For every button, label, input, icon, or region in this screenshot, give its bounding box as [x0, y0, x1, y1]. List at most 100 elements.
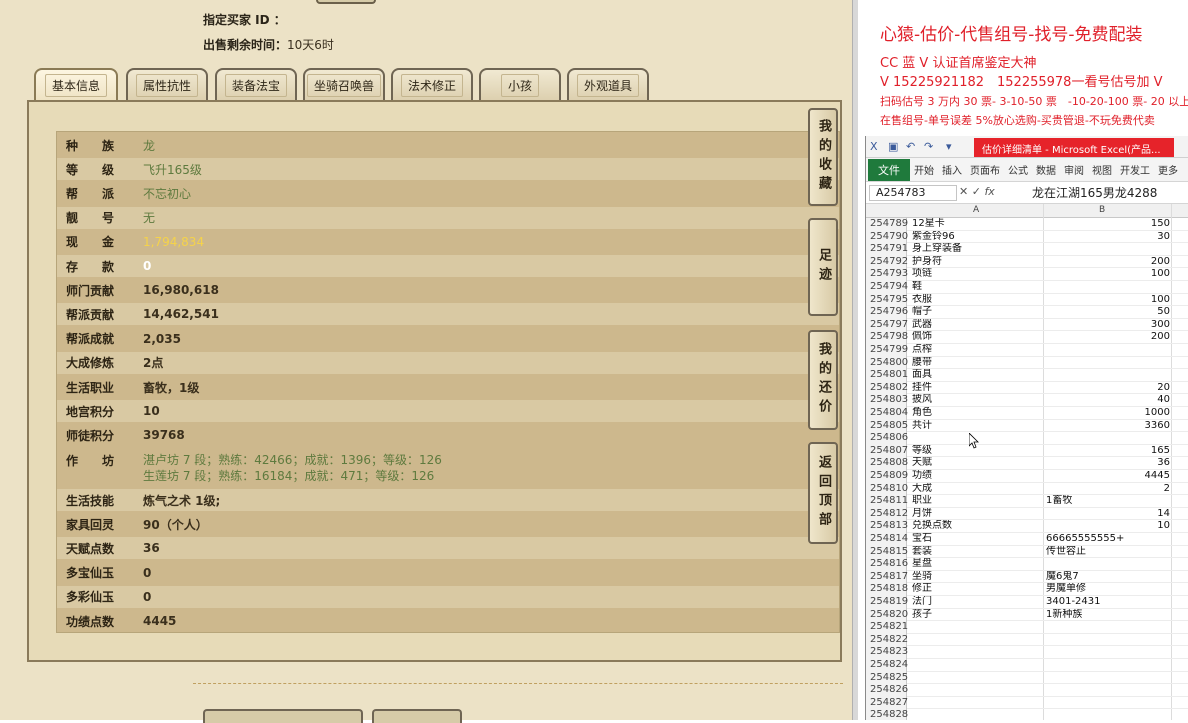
- sheet-row[interactable]: 254817 坐骑 魔6鬼7: [866, 570, 1188, 584]
- spreadsheet-grid[interactable]: 254789 12星卡 150 254790 紫金铃96 30 254791 身上穿装备 254…: [866, 218, 1188, 720]
- row-number[interactable]: 254824: [866, 659, 908, 672]
- ribbon-tab-home[interactable]: 开始: [910, 162, 938, 177]
- row-number[interactable]: 254809: [866, 470, 908, 483]
- sheet-row[interactable]: 254811 职业 1畜牧: [866, 495, 1188, 508]
- sheet-row[interactable]: 254826: [866, 684, 1188, 697]
- row-number[interactable]: 254812: [866, 507, 908, 521]
- cell-b[interactable]: 14: [1046, 508, 1170, 520]
- cell-a[interactable]: 套装: [912, 546, 1044, 558]
- cell-a[interactable]: 帽子: [912, 306, 1044, 318]
- sheet-row[interactable]: 254792 护身符 200: [866, 255, 1188, 269]
- ribbon-tab-review[interactable]: 审阅: [1060, 162, 1088, 177]
- cell-a[interactable]: 孩子: [912, 609, 1044, 621]
- quick-access-dropdown-icon[interactable]: ▾: [946, 140, 952, 153]
- cell-a[interactable]: 武器: [912, 319, 1044, 331]
- cell-b[interactable]: 30: [1046, 231, 1170, 243]
- cell-b[interactable]: 40: [1046, 394, 1170, 406]
- ribbon-tab-data[interactable]: 数据: [1032, 162, 1060, 177]
- cell-b[interactable]: 50: [1046, 306, 1170, 318]
- cell-b[interactable]: 3401-2431: [1046, 596, 1170, 608]
- cell-a[interactable]: 天赋: [912, 457, 1044, 469]
- tab-equipment[interactable]: 装备法宝: [215, 68, 297, 101]
- cell-b[interactable]: 66665555555+: [1046, 533, 1170, 545]
- sheet-row[interactable]: 254822: [866, 633, 1188, 647]
- cell-a[interactable]: 兑换点数: [912, 520, 1044, 532]
- tab-basic-info[interactable]: 基本信息: [34, 68, 118, 101]
- cell-a[interactable]: 面具: [912, 369, 1044, 381]
- tab-mounts-pets[interactable]: 坐骑召唤兽: [303, 68, 385, 101]
- tab-children[interactable]: 小孩: [479, 68, 561, 101]
- cell-b[interactable]: 1000: [1046, 407, 1170, 419]
- row-number[interactable]: 254798: [866, 331, 908, 344]
- cell-a[interactable]: 宝石: [912, 533, 1044, 545]
- formula-content[interactable]: 龙在江湖165男龙4288: [1032, 185, 1157, 201]
- cell-a[interactable]: 坐骑: [912, 571, 1044, 583]
- ribbon-tab-more[interactable]: 更多: [1154, 162, 1182, 177]
- row-number[interactable]: 254827: [866, 696, 908, 710]
- sheet-row[interactable]: 254813 兑换点数 10: [866, 520, 1188, 533]
- my-favorites-button[interactable]: 我的收藏: [808, 108, 838, 206]
- confirm-icon[interactable]: ✓: [972, 185, 981, 198]
- row-number[interactable]: 254796: [866, 306, 908, 319]
- cell-b[interactable]: 魔6鬼7: [1046, 571, 1170, 583]
- sheet-row[interactable]: 254791 身上穿装备: [866, 243, 1188, 256]
- row-number[interactable]: 254816: [866, 558, 908, 571]
- row-number[interactable]: 254813: [866, 520, 908, 533]
- cell-b[interactable]: 男魔单修: [1046, 583, 1170, 595]
- cell-a[interactable]: 护身符: [912, 256, 1044, 268]
- cell-a[interactable]: 月饼: [912, 508, 1044, 520]
- cell-b[interactable]: 300: [1046, 319, 1170, 331]
- sheet-row[interactable]: 254803 披风 40: [866, 394, 1188, 407]
- ribbon-tab-page-layout[interactable]: 页面布: [966, 162, 1004, 177]
- cell-a[interactable]: 星盘: [912, 558, 1044, 570]
- sheet-row[interactable]: 254797 武器 300: [866, 318, 1188, 332]
- row-number[interactable]: 254803: [866, 394, 908, 407]
- sheet-row[interactable]: 254807 等级 165: [866, 444, 1188, 458]
- sheet-row[interactable]: 254815 套装 传世容止: [866, 545, 1188, 559]
- ribbon-tab-developer[interactable]: 开发工: [1116, 162, 1154, 177]
- sheet-row[interactable]: 254795 衣服 100: [866, 293, 1188, 307]
- sheet-row[interactable]: 254799 点榨: [866, 344, 1188, 357]
- cell-a[interactable]: 12星卡: [912, 218, 1044, 230]
- sheet-row[interactable]: 254801 面具: [866, 369, 1188, 382]
- redo-icon[interactable]: ↷: [924, 140, 933, 153]
- row-number[interactable]: 254822: [866, 633, 908, 647]
- ribbon-tab-view[interactable]: 视图: [1088, 162, 1116, 177]
- sheet-row[interactable]: 254820 孩子 1新种族: [866, 608, 1188, 622]
- row-number[interactable]: 254815: [866, 545, 908, 559]
- row-number[interactable]: 254810: [866, 482, 908, 496]
- cell-a[interactable]: 角色: [912, 407, 1044, 419]
- row-number[interactable]: 254823: [866, 646, 908, 659]
- cell-b[interactable]: 200: [1046, 256, 1170, 268]
- cell-b[interactable]: 4445: [1046, 470, 1170, 482]
- cell-a[interactable]: 挂件: [912, 382, 1044, 394]
- row-number[interactable]: 254818: [866, 583, 908, 596]
- sheet-row[interactable]: 254808 天赋 36: [866, 457, 1188, 470]
- tab-attributes[interactable]: 属性抗性: [126, 68, 208, 101]
- column-a-header[interactable]: A: [973, 205, 979, 215]
- row-number[interactable]: 254820: [866, 608, 908, 622]
- row-number[interactable]: 254801: [866, 369, 908, 382]
- row-number[interactable]: 254789: [866, 218, 908, 231]
- row-number[interactable]: 254805: [866, 419, 908, 433]
- my-counteroffer-button[interactable]: 我的还价: [808, 330, 838, 430]
- row-number[interactable]: 254792: [866, 255, 908, 269]
- cell-b[interactable]: 1新种族: [1046, 609, 1170, 621]
- ribbon-tab-insert[interactable]: 插入: [938, 162, 966, 177]
- cell-a[interactable]: 修正: [912, 583, 1044, 595]
- row-number[interactable]: 254791: [866, 243, 908, 256]
- column-b-header[interactable]: B: [1099, 205, 1105, 215]
- sheet-row[interactable]: 254819 法门 3401-2431: [866, 596, 1188, 609]
- ribbon-file-tab[interactable]: 文件: [868, 158, 910, 181]
- row-number[interactable]: 254802: [866, 381, 908, 395]
- sheet-row[interactable]: 254812 月饼 14: [866, 507, 1188, 521]
- row-number[interactable]: 254794: [866, 281, 908, 294]
- footprint-button[interactable]: 足迹: [808, 218, 838, 316]
- back-to-top-button[interactable]: 返回顶部: [808, 442, 838, 544]
- sheet-row[interactable]: 254804 角色 1000: [866, 407, 1188, 420]
- sheet-row[interactable]: 254814 宝石 66665555555+: [866, 533, 1188, 546]
- row-number[interactable]: 254817: [866, 570, 908, 584]
- sheet-row[interactable]: 254818 修正 男魔单修: [866, 583, 1188, 596]
- sheet-row[interactable]: 254825: [866, 671, 1188, 685]
- row-number[interactable]: 254826: [866, 684, 908, 697]
